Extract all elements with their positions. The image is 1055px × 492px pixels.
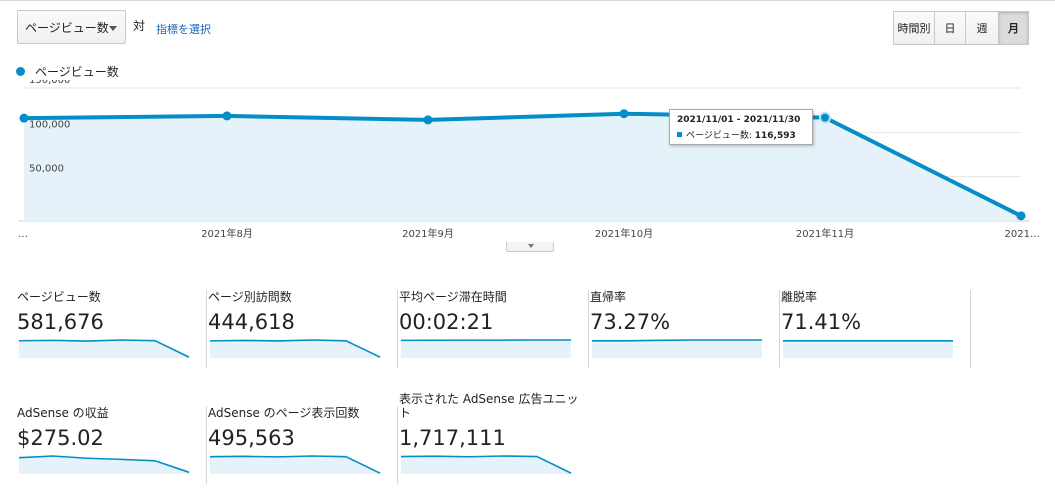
data-point[interactable] bbox=[1016, 211, 1026, 221]
chevron-down-icon bbox=[109, 26, 117, 31]
sparkline-area bbox=[401, 340, 571, 358]
x-tick-label: … bbox=[18, 229, 28, 240]
metric-tile-label: ページビュー数 bbox=[17, 290, 101, 304]
chart-collapse-handle[interactable] bbox=[506, 242, 554, 252]
metric-tile-value: 444,618 bbox=[208, 310, 295, 334]
sparkline-area bbox=[592, 340, 762, 358]
metric-tile-value: 1,717,111 bbox=[399, 426, 506, 450]
tile-divider bbox=[970, 290, 971, 368]
tooltip-label: ページビュー数: bbox=[686, 131, 752, 141]
data-point[interactable] bbox=[819, 111, 831, 124]
data-point[interactable] bbox=[19, 113, 29, 123]
metric-tile[interactable]: 離脱率 71.41% bbox=[781, 290, 971, 370]
series-area bbox=[24, 113, 1021, 221]
metric-tile[interactable]: ページビュー数 581,676 bbox=[17, 290, 207, 370]
metric-tile[interactable]: 直帰率 73.27% bbox=[590, 290, 780, 370]
y-tick-label: 100,000 bbox=[29, 119, 70, 130]
sparkline-area bbox=[210, 456, 380, 474]
sparkline-area bbox=[401, 456, 571, 474]
sparkline bbox=[18, 339, 190, 358]
metric-tile-label: AdSense の収益 bbox=[17, 406, 109, 420]
y-tick-label: 50,000 bbox=[29, 164, 64, 175]
x-tick-label: 2021年8月 bbox=[201, 227, 253, 240]
metric-tile-value: 581,676 bbox=[17, 310, 104, 334]
y-tick-label: 150,000 bbox=[29, 80, 70, 86]
metric-tile[interactable]: AdSense の収益 $275.02 bbox=[17, 406, 207, 486]
sparkline bbox=[18, 455, 190, 474]
granularity-buttons: 時間別 日 週 月 bbox=[893, 11, 1029, 45]
tile-divider bbox=[779, 290, 780, 368]
metric-tile-label: AdSense のページ表示回数 bbox=[208, 406, 360, 420]
metric-tile-label: 表示された AdSense 広告ユニット bbox=[399, 392, 579, 420]
tile-divider bbox=[206, 290, 207, 368]
sparkline bbox=[400, 339, 571, 358]
tile-divider bbox=[397, 290, 398, 368]
sparkline-line bbox=[592, 339, 762, 342]
metric-tile[interactable]: AdSense のページ表示回数 495,563 bbox=[208, 406, 398, 486]
metric-tile-label: 直帰率 bbox=[590, 290, 627, 304]
metric-tile-value: $275.02 bbox=[17, 426, 104, 450]
data-point[interactable] bbox=[222, 111, 232, 121]
metric-tile-value: 71.41% bbox=[781, 310, 862, 334]
granularity-hourly-button[interactable]: 時間別 bbox=[893, 11, 935, 45]
choose-metric-link[interactable]: 指標を選択 bbox=[156, 21, 211, 37]
granularity-month-button[interactable]: 月 bbox=[998, 11, 1029, 45]
pageviews-chart: 150,000 100,000 50,000 … 2021年8月 2021年9月 2021年… bbox=[18, 80, 1040, 240]
tile-divider bbox=[206, 406, 207, 484]
granularity-week-button[interactable]: 週 bbox=[965, 11, 999, 45]
metric-tile-label: ページ別訪問数 bbox=[208, 290, 292, 304]
data-point[interactable] bbox=[619, 109, 629, 119]
sparkline bbox=[783, 339, 953, 358]
sparkline-area bbox=[783, 340, 953, 358]
metric-tile-value: 495,563 bbox=[208, 426, 295, 450]
chart-legend: ページビュー数 bbox=[16, 63, 119, 80]
chart-tooltip: 2021/11/01 - 2021/11/30 ページビュー数: 116,593 bbox=[669, 109, 813, 145]
metric-select-value: ページビュー数 bbox=[25, 20, 109, 35]
metric-tile-value: 00:02:21 bbox=[399, 310, 494, 334]
sparkline bbox=[400, 455, 572, 474]
tooltip-period: 2021/11/01 - 2021/11/30 bbox=[677, 115, 801, 125]
tile-divider bbox=[588, 290, 589, 368]
tile-divider bbox=[397, 406, 398, 484]
x-tick-label: 2021年10月 bbox=[595, 227, 653, 240]
x-tick-label: 2021… bbox=[1005, 229, 1040, 240]
x-tick-label: 2021年11月 bbox=[796, 227, 854, 240]
metric-tile-label: 離脱率 bbox=[781, 290, 818, 304]
sparkline bbox=[209, 339, 381, 358]
metric-tile-label: 平均ページ滞在時間 bbox=[399, 290, 507, 304]
legend-dot-icon bbox=[16, 67, 25, 76]
x-tick-label: 2021年9月 bbox=[402, 227, 454, 240]
granularity-day-button[interactable]: 日 bbox=[934, 11, 966, 45]
tooltip-series-icon bbox=[677, 132, 682, 137]
sparkline bbox=[209, 455, 381, 474]
metric-tile[interactable]: ページ別訪問数 444,618 bbox=[208, 290, 398, 370]
vs-label: 対 bbox=[133, 19, 146, 33]
sparkline bbox=[592, 339, 762, 358]
metric-tile[interactable]: 平均ページ滞在時間 00:02:21 bbox=[399, 290, 589, 370]
sparkline-area bbox=[19, 340, 189, 358]
top-divider bbox=[0, 0, 1055, 1]
tooltip-value: 116,593 bbox=[754, 131, 796, 141]
sparkline-area bbox=[210, 340, 380, 358]
legend-label: ページビュー数 bbox=[35, 65, 119, 79]
metric-tile-value: 73.27% bbox=[590, 310, 671, 334]
metric-select[interactable]: ページビュー数 bbox=[17, 10, 126, 44]
chevron-down-icon bbox=[528, 244, 534, 248]
data-point[interactable] bbox=[423, 115, 433, 125]
metric-tile[interactable]: 表示された AdSense 広告ユニット 1,717,111 bbox=[399, 392, 589, 486]
